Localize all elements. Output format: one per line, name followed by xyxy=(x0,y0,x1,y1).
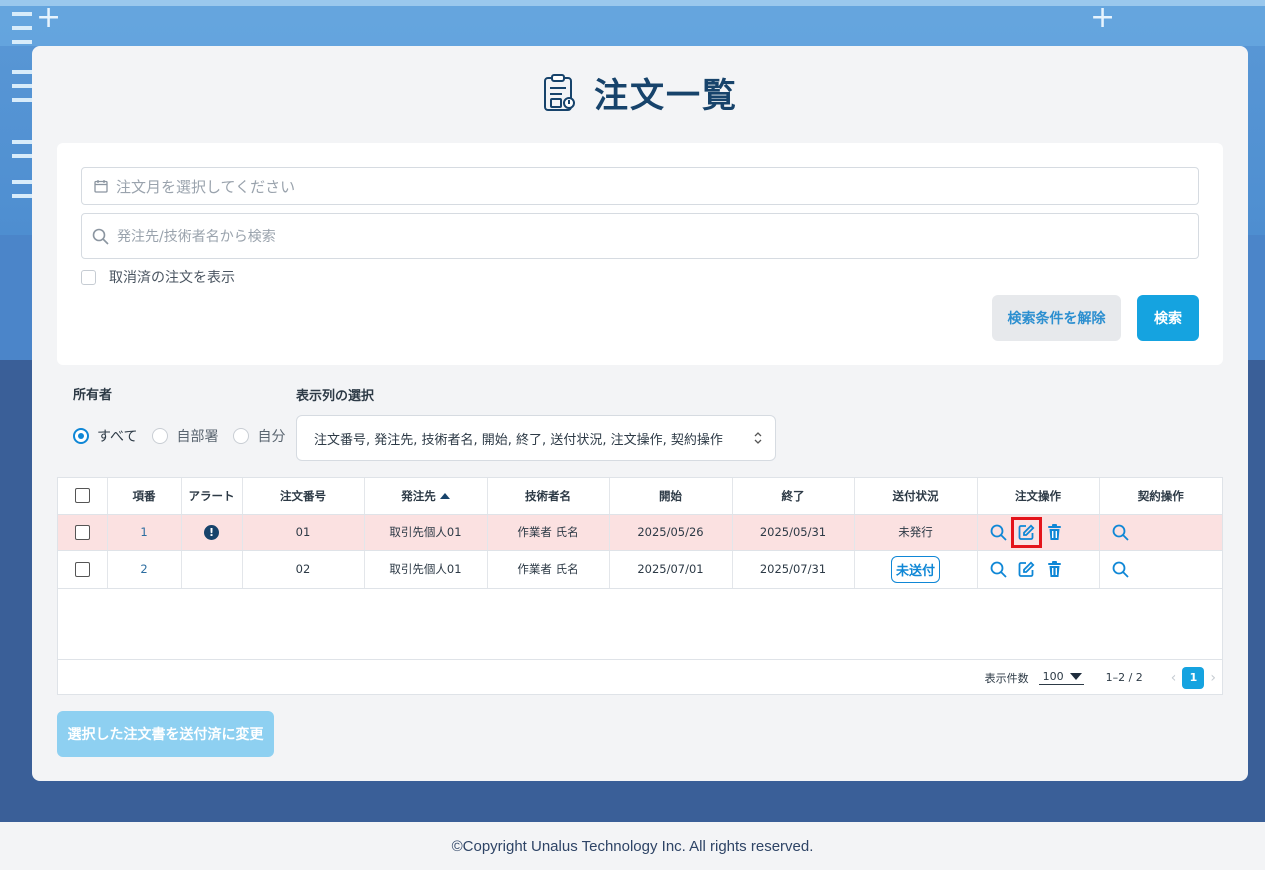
header-status[interactable]: 送付状況 xyxy=(854,478,978,515)
chevron-right-icon[interactable]: › xyxy=(1210,670,1216,686)
cell-status: 未発行 xyxy=(854,514,978,551)
row-checkbox[interactable] xyxy=(74,561,90,577)
keyword-search-input[interactable]: 発注先/技術者名から検索 xyxy=(81,213,1199,259)
month-picker-placeholder: 注文月を選択してください xyxy=(116,177,296,196)
header-order-no[interactable]: 注文番号 xyxy=(242,478,365,515)
view-icon[interactable] xyxy=(1111,523,1130,542)
sort-asc-icon xyxy=(439,493,450,500)
trash-icon[interactable] xyxy=(1045,523,1064,542)
table-header-row: 項番 アラート 注文番号 発注先 技術者名 開始 終了 送付状況 注文操作 契約… xyxy=(58,478,1222,515)
header-end[interactable]: 終了 xyxy=(732,478,855,515)
clear-filters-button[interactable]: 検索条件を解除 xyxy=(992,295,1121,341)
view-icon[interactable] xyxy=(989,523,1008,542)
orders-table: 項番 アラート 注文番号 発注先 技術者名 開始 終了 送付状況 注文操作 契約… xyxy=(57,477,1223,695)
show-cancelled-row: 取消済の注文を表示 xyxy=(81,267,235,287)
header-contract-ops: 契約操作 xyxy=(1099,478,1222,515)
show-cancelled-label: 取消済の注文を表示 xyxy=(109,270,235,286)
cell-no: 2 xyxy=(107,550,182,589)
cell-contract-ops xyxy=(1099,550,1222,589)
view-icon[interactable] xyxy=(1111,560,1130,579)
page-button-current[interactable]: 1 xyxy=(1182,666,1205,689)
search-button[interactable]: 検索 xyxy=(1137,295,1199,341)
radio-dot[interactable] xyxy=(73,428,89,444)
cell-status: 未送付 xyxy=(854,550,978,589)
cell-start: 2025/05/26 xyxy=(609,514,733,551)
owner-radio-group: すべて 自部署 自分 xyxy=(73,426,300,446)
owner-label: 所有者 xyxy=(73,388,113,403)
cell-engineer: 作業者 氏名 xyxy=(487,514,610,551)
mark-sent-button[interactable]: 選択した注文書を送付済に変更 xyxy=(57,711,274,757)
alert-icon[interactable]: ! xyxy=(204,524,219,540)
edit-icon[interactable] xyxy=(1010,516,1042,548)
per-page-select[interactable]: 100 xyxy=(1038,670,1084,685)
owner-option-department-label: 自部署 xyxy=(176,429,219,445)
chevron-left-icon[interactable]: ‹ xyxy=(1171,670,1177,686)
owner-option-self-label: 自分 xyxy=(257,429,286,445)
row-checkbox[interactable] xyxy=(74,524,90,540)
radio-dot[interactable] xyxy=(233,428,250,444)
header-alert[interactable]: アラート xyxy=(181,478,243,515)
keyword-search-placeholder: 発注先/技術者名から検索 xyxy=(117,229,276,245)
trash-icon[interactable] xyxy=(1045,560,1064,579)
footer-copyright: ©Copyright Unalus Technology Inc. All ri… xyxy=(0,822,1265,870)
edit-icon[interactable] xyxy=(1017,560,1036,579)
calendar-icon xyxy=(94,179,108,193)
pagination: 表示件数 100 1–2 / 2 ‹ 1 › xyxy=(58,659,1222,695)
view-icon[interactable] xyxy=(989,560,1008,579)
cell-order-ops xyxy=(977,514,1100,551)
owner-option-all-label: すべて xyxy=(97,429,138,445)
header-start[interactable]: 開始 xyxy=(609,478,733,515)
header-no[interactable]: 項番 xyxy=(107,478,182,515)
search-icon xyxy=(92,228,109,245)
table-row[interactable]: 2 02 取引先個人01 作業者 氏名 2025/07/01 2025/07/3… xyxy=(58,550,1222,589)
cell-engineer: 作業者 氏名 xyxy=(487,550,610,589)
cell-no: 1 xyxy=(107,514,182,551)
caret-down-icon xyxy=(1069,673,1082,680)
columns-select[interactable]: 注文番号, 発注先, 技術者名, 開始, 終了, 送付状況, 注文操作, 契約操… xyxy=(296,415,776,461)
cell-supplier: 取引先個人01 xyxy=(364,550,488,589)
page-range: 1–2 / 2 xyxy=(1105,671,1143,684)
owner-option-self[interactable]: 自分 xyxy=(233,426,285,446)
search-panel: 注文月を選択してください 発注先/技術者名から検索 取消済の注文を表示 検索条件… xyxy=(57,143,1223,365)
cell-order-ops xyxy=(977,550,1100,589)
columns-select-value: 注文番号, 発注先, 技術者名, 開始, 終了, 送付状況, 注文操作, 契約操… xyxy=(314,432,723,448)
table-row[interactable]: 1 ! 01 取引先個人01 作業者 氏名 2025/05/26 2025/05… xyxy=(58,514,1222,551)
cell-start: 2025/07/01 xyxy=(609,550,733,589)
header-order-ops: 注文操作 xyxy=(977,478,1100,515)
owner-option-all[interactable]: すべて xyxy=(73,426,137,446)
cell-alert: ! xyxy=(181,514,243,551)
cell-order-no: 01 xyxy=(242,514,365,551)
main-card: 注文一覧 注文月を選択してください 発注先/技術者名から検索 取消済の注文を表示… xyxy=(32,46,1248,781)
header-supplier[interactable]: 発注先 xyxy=(364,478,488,515)
per-page-label: 表示件数 xyxy=(984,671,1029,685)
header-supplier-label: 発注先 xyxy=(401,488,436,503)
cell-end: 2025/05/31 xyxy=(732,514,855,551)
header-select-all[interactable] xyxy=(58,478,108,515)
cell-supplier: 取引先個人01 xyxy=(364,514,488,551)
cell-end: 2025/07/31 xyxy=(732,550,855,589)
show-cancelled-checkbox[interactable] xyxy=(81,269,96,285)
columns-label: 表示列の選択 xyxy=(296,389,375,404)
cell-alert xyxy=(181,550,243,589)
header-engineer[interactable]: 技術者名 xyxy=(487,478,610,515)
status-badge[interactable]: 未送付 xyxy=(890,555,940,583)
clipboard-order-icon xyxy=(544,73,575,111)
select-all-checkbox[interactable] xyxy=(74,488,90,504)
owner-option-department[interactable]: 自部署 xyxy=(152,426,218,446)
radio-dot[interactable] xyxy=(152,428,169,444)
page-title: 注文一覧 xyxy=(594,76,738,116)
cell-contract-ops xyxy=(1099,514,1222,551)
cell-order-no: 02 xyxy=(242,550,365,589)
updown-icon xyxy=(754,432,762,444)
month-picker[interactable]: 注文月を選択してください xyxy=(81,167,1199,205)
page-header: 注文一覧 xyxy=(32,68,1248,117)
per-page-value: 100 xyxy=(1042,670,1064,683)
